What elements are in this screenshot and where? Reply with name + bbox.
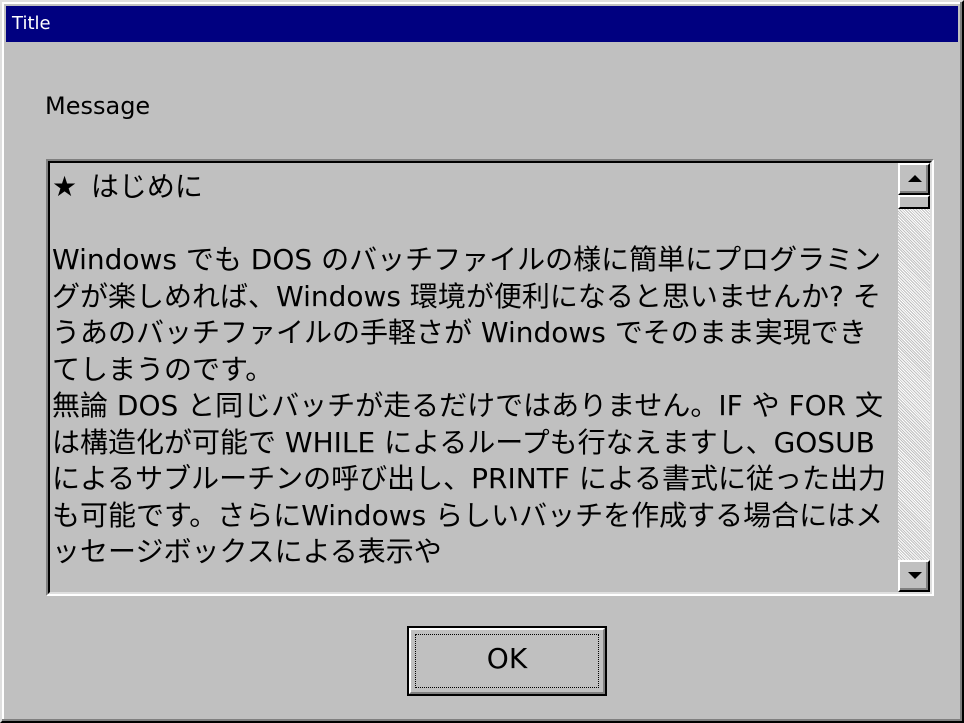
heading-text: はじめに xyxy=(82,170,203,203)
arrow-down-icon xyxy=(908,572,922,579)
scroll-down-button[interactable] xyxy=(898,560,930,592)
heading-line: ★ はじめに xyxy=(52,169,888,206)
text-box-inner: ★ はじめに Windows でも DOS のバッチファイルの様に簡単にプログラ… xyxy=(48,161,932,594)
scroll-up-button[interactable] xyxy=(898,163,930,195)
message-body[interactable]: ★ はじめに Windows でも DOS のバッチファイルの様に簡単にプログラ… xyxy=(52,169,888,592)
ok-button[interactable]: OK xyxy=(407,626,607,696)
scroll-thumb[interactable] xyxy=(898,195,930,209)
dialog-window: Title Message ★ はじめに Windows でも DOS のバッチ… xyxy=(0,0,964,723)
window-title: Title xyxy=(12,13,51,34)
arrow-up-icon xyxy=(908,175,922,182)
ok-button-label: OK xyxy=(486,642,528,675)
message-label: Message xyxy=(45,92,151,120)
star-icon: ★ xyxy=(52,170,78,203)
vertical-scrollbar[interactable] xyxy=(898,163,930,592)
body-text: Windows でも DOS のバッチファイルの様に簡単にプログラミングが楽しめ… xyxy=(52,243,886,568)
title-bar[interactable]: Title xyxy=(6,6,958,42)
message-text-box[interactable]: ★ はじめに Windows でも DOS のバッチファイルの様に簡単にプログラ… xyxy=(46,159,934,596)
